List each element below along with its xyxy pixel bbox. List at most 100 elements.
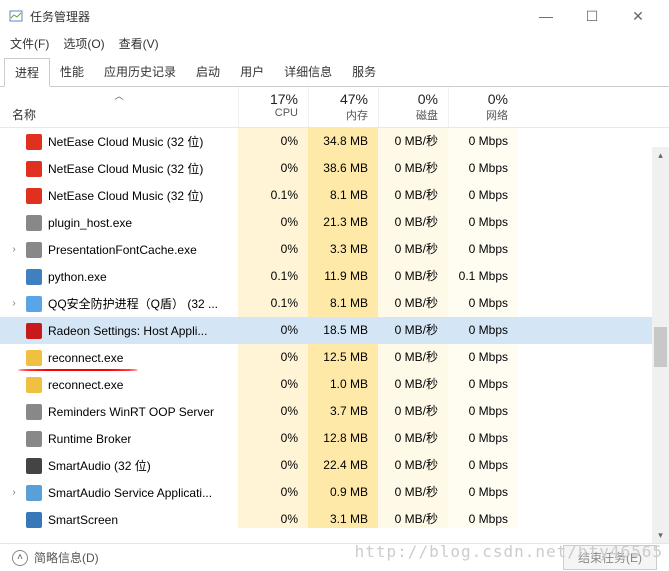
memory-cell: 22.4 MB	[308, 452, 378, 479]
process-icon	[26, 377, 42, 393]
maximize-button[interactable]: ☐	[569, 0, 615, 32]
process-icon	[26, 215, 42, 231]
tab-performance[interactable]: 性能	[50, 58, 94, 86]
table-row[interactable]: plugin_host.exe0%21.3 MB0 MB/秒0 Mbps	[0, 209, 669, 236]
process-name: Reminders WinRT OOP Server	[48, 405, 214, 419]
process-name: NetEase Cloud Music (32 位)	[48, 187, 203, 204]
process-name: NetEase Cloud Music (32 位)	[48, 133, 203, 150]
header-disk[interactable]: 0% 磁盘	[378, 87, 448, 127]
memory-cell: 11.9 MB	[308, 263, 378, 290]
cpu-cell: 0%	[238, 398, 308, 425]
table-row[interactable]: reconnect.exe0%12.5 MB0 MB/秒0 Mbps	[0, 344, 669, 371]
process-icon	[26, 323, 42, 339]
header-name[interactable]: ︿ 名称	[0, 87, 238, 127]
process-icon	[26, 296, 42, 312]
process-icon	[26, 485, 42, 501]
app-icon	[8, 8, 24, 24]
table-row[interactable]: Radeon Settings: Host Appli...0%18.5 MB0…	[0, 317, 669, 344]
table-row[interactable]: SmartAudio (32 位)0%22.4 MB0 MB/秒0 Mbps	[0, 452, 669, 479]
minimize-button[interactable]: —	[523, 0, 569, 32]
tab-processes[interactable]: 进程	[4, 58, 50, 87]
process-icon	[26, 431, 42, 447]
disk-cell: 0 MB/秒	[378, 155, 448, 182]
menu-view[interactable]: 查看(V)	[119, 35, 159, 52]
disk-cell: 0 MB/秒	[378, 344, 448, 371]
memory-cell: 21.3 MB	[308, 209, 378, 236]
disk-cell: 0 MB/秒	[378, 452, 448, 479]
process-name: SmartAudio (32 位)	[48, 457, 151, 474]
cpu-cell: 0%	[238, 479, 308, 506]
tab-details[interactable]: 详细信息	[274, 58, 342, 86]
table-row[interactable]: ›PresentationFontCache.exe0%3.3 MB0 MB/秒…	[0, 236, 669, 263]
menu-file[interactable]: 文件(F)	[10, 35, 49, 52]
memory-cell: 3.3 MB	[308, 236, 378, 263]
memory-cell: 3.7 MB	[308, 398, 378, 425]
memory-cell: 12.5 MB	[308, 344, 378, 371]
disk-cell: 0 MB/秒	[378, 182, 448, 209]
table-row[interactable]: NetEase Cloud Music (32 位) 0%34.8 MB0 MB/…	[0, 128, 669, 155]
process-name: python.exe	[48, 270, 107, 284]
process-icon	[26, 188, 42, 204]
process-list[interactable]: NetEase Cloud Music (32 位)0%34.8 MB0 MB/…	[0, 128, 669, 528]
disk-cell: 0 MB/秒	[378, 479, 448, 506]
scroll-down-icon[interactable]: ▾	[652, 527, 669, 544]
expand-icon[interactable]: ›	[8, 244, 20, 255]
table-row[interactable]: SmartScreen0%3.1 MB0 MB/秒0 Mbps	[0, 506, 669, 528]
expand-toggle-icon[interactable]: ˄	[12, 550, 28, 566]
table-row[interactable]: NetEase Cloud Music (32 位)0.1%8.1 MB0 MB…	[0, 182, 669, 209]
cpu-cell: 0%	[238, 209, 308, 236]
process-name: QQ安全防护进程（Q盾） (32 ...	[48, 295, 218, 312]
disk-cell: 0 MB/秒	[378, 398, 448, 425]
brief-info-label[interactable]: 简略信息(D)	[34, 549, 99, 566]
expand-icon[interactable]: ›	[8, 298, 20, 309]
header-memory[interactable]: 47% 内存	[308, 87, 378, 127]
cpu-cell: 0.1%	[238, 290, 308, 317]
tab-history[interactable]: 应用历史记录	[94, 58, 186, 86]
process-icon	[26, 458, 42, 474]
table-row[interactable]: ›SmartAudio Service Applicati...0%0.9 MB…	[0, 479, 669, 506]
tab-services[interactable]: 服务	[342, 58, 386, 86]
tab-startup[interactable]: 启动	[186, 58, 230, 86]
network-cell: 0 Mbps	[448, 317, 518, 344]
process-name: Radeon Settings: Host Appli...	[48, 324, 207, 338]
process-icon	[26, 404, 42, 420]
table-row[interactable]: › QQ安全防护进程（Q盾） (32 ... 0.1%8.1 MB0 MB/秒0 M…	[0, 290, 669, 317]
memory-cell: 3.1 MB	[308, 506, 378, 528]
table-row[interactable]: Reminders WinRT OOP Server 0%3.7 MB0 MB/秒…	[0, 398, 669, 425]
disk-cell: 0 MB/秒	[378, 371, 448, 398]
header-cpu[interactable]: 17% CPU	[238, 87, 308, 127]
menu-options[interactable]: 选项(O)	[63, 35, 104, 52]
cpu-cell: 0%	[238, 317, 308, 344]
network-cell: 0 Mbps	[448, 425, 518, 452]
table-row[interactable]: reconnect.exe0%1.0 MB0 MB/秒0 Mbps	[0, 371, 669, 398]
disk-cell: 0 MB/秒	[378, 290, 448, 317]
network-cell: 0 Mbps	[448, 182, 518, 209]
network-cell: 0 Mbps	[448, 290, 518, 317]
close-button[interactable]: ✕	[615, 0, 661, 32]
process-name: SmartScreen	[48, 513, 118, 527]
expand-icon[interactable]: ›	[8, 487, 20, 498]
table-row[interactable]: python.exe0.1%11.9 MB0 MB/秒0.1 Mbps	[0, 263, 669, 290]
memory-cell: 38.6 MB	[308, 155, 378, 182]
tab-users[interactable]: 用户	[230, 58, 274, 86]
process-name: PresentationFontCache.exe	[48, 243, 197, 257]
cpu-cell: 0%	[238, 371, 308, 398]
memory-cell: 8.1 MB	[308, 290, 378, 317]
network-cell: 0 Mbps	[448, 236, 518, 263]
cpu-cell: 0%	[238, 128, 308, 155]
scroll-thumb[interactable]	[654, 327, 667, 367]
cpu-cell: 0%	[238, 155, 308, 182]
scroll-up-icon[interactable]: ▴	[652, 147, 669, 164]
table-row[interactable]: NetEase Cloud Music (32 位) 0%38.6 MB0 MB/…	[0, 155, 669, 182]
process-icon	[26, 350, 42, 366]
disk-cell: 0 MB/秒	[378, 425, 448, 452]
process-name: NetEase Cloud Music (32 位)	[48, 160, 203, 177]
cpu-cell: 0%	[238, 452, 308, 479]
end-task-button[interactable]: 结束任务(E)	[563, 545, 657, 570]
scrollbar[interactable]: ▴ ▾	[652, 147, 669, 544]
memory-cell: 34.8 MB	[308, 128, 378, 155]
table-row[interactable]: Runtime Broker0%12.8 MB0 MB/秒0 Mbps	[0, 425, 669, 452]
disk-cell: 0 MB/秒	[378, 128, 448, 155]
footer: ˄ 简略信息(D) 结束任务(E)	[0, 543, 669, 571]
header-network[interactable]: 0% 网络	[448, 87, 518, 127]
